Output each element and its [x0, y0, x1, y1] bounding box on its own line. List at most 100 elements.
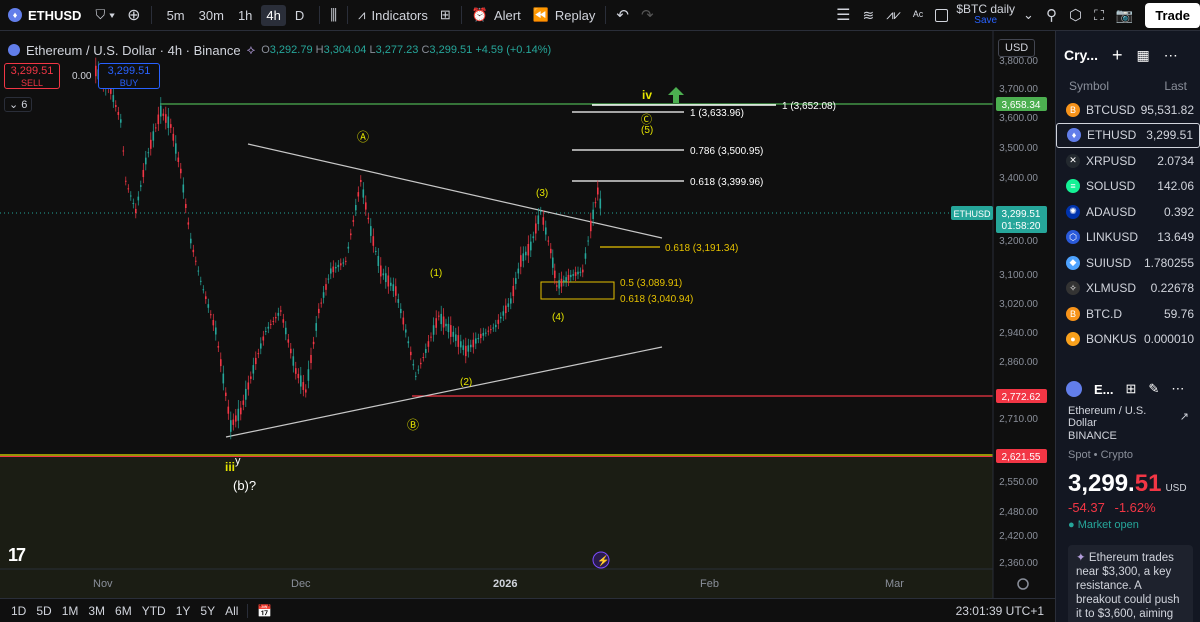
abc-pattern-icon[interactable]: ᴬᶜ	[907, 0, 930, 31]
candle-body	[465, 345, 467, 357]
candles-icon[interactable]: ⫼	[324, 0, 343, 31]
layout-button[interactable]: $BTC daily Save ⌄	[929, 0, 1040, 31]
range-3m[interactable]: 3M	[83, 604, 110, 618]
replay-button[interactable]: ⏪ Replay	[527, 0, 602, 31]
candle-body	[350, 233, 352, 236]
arrow-up-icon	[668, 87, 684, 103]
clock[interactable]: 23:01:39 UTC+1	[951, 604, 1049, 618]
settings-gear-icon[interactable]: ⬡	[1063, 0, 1088, 31]
watchlist-symbol: ETHUSD	[1087, 128, 1137, 143]
fullscreen-icon[interactable]: ⛶	[1088, 0, 1110, 31]
watchlist-row[interactable]: B BTC.D 59.76	[1056, 301, 1200, 327]
news-summary[interactable]: ✦ Ethereum trades near $3,300, a key res…	[1068, 545, 1193, 622]
watchlist-symbol: SUIUSD	[1086, 255, 1132, 270]
add-symbol-icon[interactable]: ⊕	[121, 0, 146, 31]
tradingview-logo-icon[interactable]: 17	[8, 545, 26, 566]
grid-icon[interactable]: ⊞	[1126, 381, 1137, 397]
watchlist-row[interactable]: ⬡ LINKUSD 13.649	[1056, 225, 1200, 251]
range-1m[interactable]: 1M	[57, 604, 84, 618]
timeframe-4h[interactable]: 4h	[261, 4, 286, 26]
candle-body	[162, 113, 165, 116]
candle-body	[227, 406, 230, 414]
currency-selector[interactable]: USD	[998, 39, 1036, 57]
buy-button[interactable]: 3,299.51 BUY	[98, 63, 160, 89]
indicators-button[interactable]: ⩘ Indicators	[352, 0, 434, 31]
candle-body	[165, 114, 167, 123]
fib-tool-icon[interactable]: ≋	[856, 0, 880, 31]
spread-value: 0.00	[72, 71, 92, 82]
candle-body	[320, 302, 322, 304]
details-short-name[interactable]: E...	[1094, 382, 1114, 397]
symbol-search-button[interactable]: ♦ ETHUSD	[0, 8, 89, 23]
watchlist-row[interactable]: B BTCUSD 95,531.82	[1056, 97, 1200, 123]
watchlist-columns: Symbol Last	[1056, 79, 1200, 97]
watchlist-last: 95,531.82	[1140, 102, 1194, 117]
range-6m[interactable]: 6M	[110, 604, 137, 618]
candle-body	[560, 278, 563, 287]
templates-icon[interactable]: ⊞	[434, 0, 457, 31]
lower-trendline[interactable]	[225, 346, 663, 438]
column-last[interactable]: Last	[1164, 79, 1187, 97]
candle-body	[252, 365, 255, 374]
chart-title[interactable]: Ethereum / U.S. Dollar · 4h · Binance	[26, 43, 241, 58]
column-symbol[interactable]: Symbol	[1069, 79, 1109, 97]
wave-label: Ⓐ	[357, 130, 369, 144]
timeframe-d[interactable]: D	[290, 5, 309, 26]
range-5d[interactable]: 5D	[31, 604, 56, 618]
watchlist-row[interactable]: ✕ XRPUSD 2.0734	[1056, 148, 1200, 174]
range-ytd[interactable]: YTD	[137, 604, 171, 618]
undo-icon[interactable]: ↶	[610, 0, 635, 31]
details-name[interactable]: Ethereum / U.S. Dollar	[1068, 405, 1176, 429]
range-5y[interactable]: 5Y	[195, 604, 220, 618]
candle-body	[554, 270, 556, 279]
elliott-wave-icon[interactable]: ⩘⩗	[880, 0, 907, 31]
range-1y[interactable]: 1Y	[171, 604, 196, 618]
watchlist-symbol: SOLUSD	[1086, 179, 1136, 194]
ohlc-close: 3,299.51	[429, 44, 473, 56]
watchlist-row[interactable]: ✺ ADAUSD 0.392	[1056, 199, 1200, 225]
range-all[interactable]: All	[220, 604, 243, 618]
timeframe-30m[interactable]: 30m	[194, 5, 229, 26]
details-change: -54.37 -1.62%	[1056, 500, 1200, 519]
price-axis-label: 2,480.00	[999, 507, 1038, 518]
price-chart[interactable]: 1 (3,652.08) 1 (3,633.96) 0.786 (3,500.9…	[0, 31, 1055, 598]
indicators-collapse-toggle[interactable]: ⌄ 6	[4, 97, 33, 112]
watchlist-row[interactable]: ● BONKUS 0.000010	[1056, 327, 1200, 353]
watchlist-title[interactable]: Cry...	[1064, 47, 1098, 63]
fib-label: 0.618 (3,040.94)	[620, 294, 693, 305]
chart-canvas[interactable]: 1 (3,652.08) 1 (3,633.96) 0.786 (3,500.9…	[0, 31, 1055, 598]
quick-search-icon[interactable]: ⚲	[1040, 0, 1063, 31]
candle-body	[242, 400, 245, 405]
shield-icon[interactable]: ⛉ ▾	[89, 0, 121, 31]
edit-icon[interactable]: ✎	[1148, 381, 1159, 397]
upper-trendline[interactable]	[247, 143, 663, 239]
more-icon[interactable]: ⋯	[1164, 47, 1178, 64]
candle-body	[295, 368, 297, 374]
add-symbol-icon[interactable]: +	[1112, 45, 1123, 66]
candle-body	[302, 382, 305, 390]
candle-body	[372, 236, 375, 246]
camera-icon[interactable]: 📷	[1110, 0, 1139, 31]
candle-body	[375, 250, 377, 252]
replay-label: Replay	[554, 7, 596, 23]
more-icon[interactable]: ⋯	[1171, 381, 1184, 397]
alert-button[interactable]: ⏰ Alert	[466, 0, 527, 31]
calendar-icon[interactable]: 📅	[252, 604, 277, 618]
trade-button[interactable]: Trade	[1145, 2, 1200, 28]
fib-zone-yellow[interactable]	[540, 281, 615, 300]
timeframe-1h[interactable]: 1h	[233, 5, 257, 26]
candle-body	[147, 152, 150, 154]
redo-icon[interactable]: ↷	[635, 0, 660, 31]
menu-lines-icon[interactable]: ☰	[830, 0, 856, 31]
sell-button[interactable]: 3,299.51 SELL	[4, 63, 60, 89]
candle-body	[377, 256, 380, 266]
watchlist-row[interactable]: ✧ XLMUSD 0.22678	[1056, 276, 1200, 302]
timeframe-5m[interactable]: 5m	[162, 5, 190, 26]
watchlist-row[interactable]: ♦ ETHUSD 3,299.51	[1056, 122, 1200, 148]
watchlist-row[interactable]: ◆ SUIUSD 1.780255	[1056, 250, 1200, 276]
range-1d[interactable]: 1D	[6, 604, 31, 618]
watchlist-row[interactable]: ≡ SOLUSD 142.06	[1056, 174, 1200, 200]
columns-icon[interactable]: ▦	[1137, 47, 1150, 64]
candle-body	[594, 202, 597, 204]
external-link-icon[interactable]: ↗	[1180, 410, 1189, 423]
